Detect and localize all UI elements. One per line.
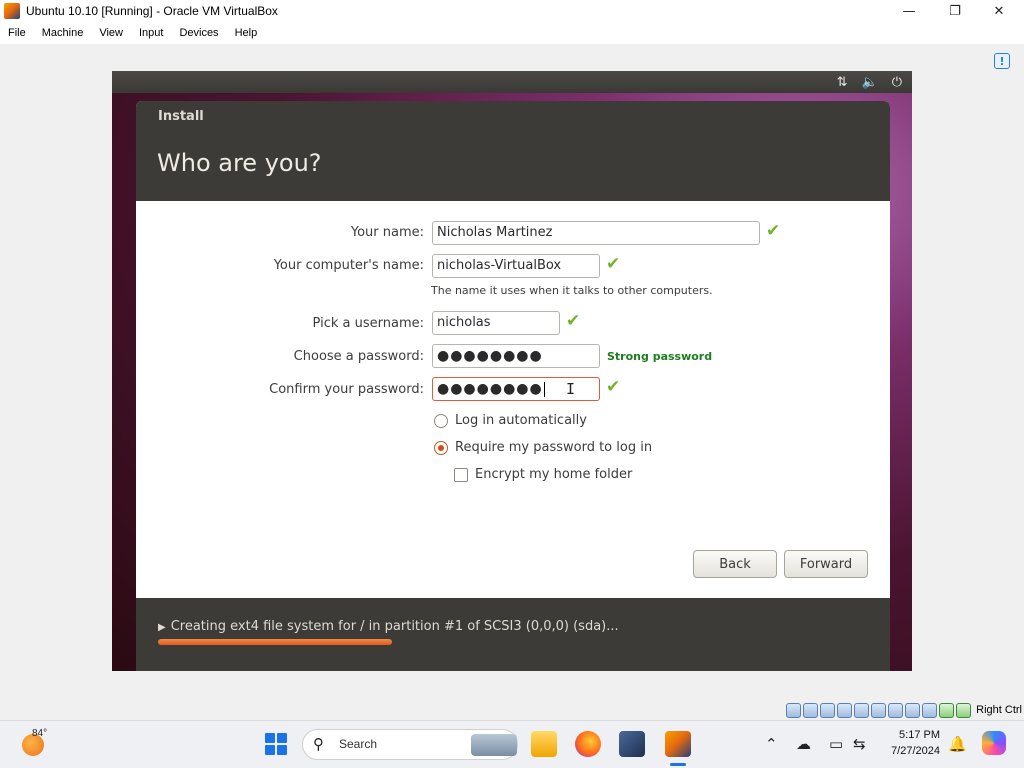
confirm-password-dots: ●●●●●●●● bbox=[437, 381, 543, 397]
username-label: Pick a username: bbox=[312, 316, 424, 331]
start-menu-icon[interactable] bbox=[265, 733, 287, 755]
cpu-status-icon[interactable] bbox=[922, 702, 938, 718]
clock-date[interactable]: 7/27/2024 bbox=[891, 745, 940, 757]
active-app-indicator bbox=[670, 763, 686, 766]
page-title: Who are you? bbox=[157, 149, 322, 177]
username-input[interactable]: nicholas bbox=[432, 311, 560, 335]
display-icon[interactable]: ▭ bbox=[829, 735, 843, 753]
file-explorer-icon[interactable] bbox=[531, 731, 557, 757]
network-tray-icon[interactable]: ⇆ bbox=[853, 735, 866, 753]
encrypt-home-checkbox[interactable] bbox=[454, 468, 468, 482]
back-button[interactable]: Back bbox=[693, 550, 777, 578]
name-valid-check-icon: ✔ bbox=[766, 221, 781, 241]
computer-name-valid-check-icon: ✔ bbox=[606, 254, 621, 274]
menubar: File Machine View Input Devices Help bbox=[0, 22, 1024, 44]
computer-name-input[interactable]: nicholas-VirtualBox bbox=[432, 254, 600, 278]
menu-file[interactable]: File bbox=[0, 27, 34, 39]
confirm-password-label: Confirm your password: bbox=[269, 382, 424, 397]
search-placeholder: Search bbox=[339, 737, 378, 751]
install-status-bar: ▶ Creating ext4 file system for / in part… bbox=[136, 598, 890, 671]
menu-view[interactable]: View bbox=[91, 27, 131, 39]
close-button[interactable]: ✕ bbox=[976, 0, 1022, 22]
network-status-icon[interactable] bbox=[837, 702, 853, 718]
window-titlebar: Ubuntu 10.10 [Running] - Oracle VM Virtu… bbox=[0, 0, 1024, 22]
name-label: Your name: bbox=[350, 225, 424, 240]
name-input[interactable]: Nicholas Martinez bbox=[432, 221, 760, 245]
mouse-integration-status-icon[interactable] bbox=[939, 702, 955, 718]
login-automatically-radio[interactable] bbox=[434, 414, 448, 428]
menu-machine[interactable]: Machine bbox=[34, 27, 92, 39]
install-status-text: ▶ Creating ext4 file system for / in part… bbox=[158, 619, 619, 634]
host-key-label: Right Ctrl bbox=[976, 704, 1022, 716]
notification-bell-icon[interactable]: 🔔 bbox=[948, 735, 967, 753]
search-highlight-image bbox=[471, 734, 517, 756]
computer-name-hint: The name it uses when it talks to other … bbox=[431, 284, 713, 297]
firefox-icon[interactable] bbox=[575, 731, 601, 757]
username-valid-check-icon: ✔ bbox=[566, 311, 581, 331]
keyboard-capture-status-icon[interactable] bbox=[956, 702, 972, 718]
virtualbox-app-icon bbox=[4, 3, 20, 19]
shared-folders-status-icon[interactable] bbox=[871, 702, 887, 718]
vbox-status-strip: Right Ctrl bbox=[786, 701, 1024, 719]
menu-devices[interactable]: Devices bbox=[171, 27, 226, 39]
computer-name-label: Your computer's name: bbox=[273, 258, 424, 273]
installer-window-label: Install bbox=[158, 109, 204, 124]
password-strength: Strong password bbox=[607, 350, 713, 363]
clock-time[interactable]: 5:17 PM bbox=[899, 729, 940, 741]
menu-help[interactable]: Help bbox=[227, 27, 266, 39]
forward-button[interactable]: Forward bbox=[784, 550, 868, 578]
harddisk-status-icon[interactable] bbox=[786, 702, 802, 718]
expand-triangle-icon[interactable]: ▶ bbox=[158, 622, 166, 633]
audio-status-icon[interactable] bbox=[820, 702, 836, 718]
weather-temperature: 84° bbox=[32, 728, 48, 739]
recording-status-icon[interactable] bbox=[905, 702, 921, 718]
virtualbox-vm-icon[interactable] bbox=[665, 731, 691, 757]
guest-power-icon[interactable]: ⏻ bbox=[892, 75, 902, 90]
guest-volume-icon[interactable]: 🔈 bbox=[862, 75, 878, 90]
optical-drive-status-icon[interactable] bbox=[803, 702, 819, 718]
install-status-message: Creating ext4 file system for / in parti… bbox=[170, 619, 619, 634]
usb-status-icon[interactable] bbox=[854, 702, 870, 718]
display-status-icon[interactable] bbox=[888, 702, 904, 718]
window-title: Ubuntu 10.10 [Running] - Oracle VM Virtu… bbox=[26, 4, 278, 18]
taskbar-search-box[interactable]: ⚲ Search bbox=[302, 729, 518, 760]
installer-header: Install Who are you? bbox=[136, 101, 890, 201]
maximize-button[interactable]: ❐ bbox=[932, 0, 978, 22]
require-password-radio[interactable] bbox=[434, 441, 448, 455]
installer-window: Install Who are you? Your name: Nicholas… bbox=[136, 101, 890, 671]
text-caret bbox=[543, 381, 545, 397]
ibeam-cursor-icon: I bbox=[566, 380, 576, 398]
vm-screen[interactable]: ⇅ 🔈 ⏻ Install Who are you? Your name: Ni… bbox=[112, 71, 912, 671]
login-automatically-label[interactable]: Log in automatically bbox=[455, 413, 587, 428]
encrypt-home-label[interactable]: Encrypt my home folder bbox=[475, 467, 632, 482]
confirm-password-valid-check-icon: ✔ bbox=[606, 377, 621, 397]
menu-input[interactable]: Input bbox=[131, 27, 171, 39]
require-password-label[interactable]: Require my password to log in bbox=[455, 440, 652, 455]
copilot-icon[interactable] bbox=[982, 731, 1006, 755]
install-progress-bar bbox=[158, 639, 868, 645]
show-hidden-icons-chevron-icon[interactable]: ⌃ bbox=[765, 735, 778, 753]
password-label: Choose a password: bbox=[293, 349, 424, 364]
guest-network-icon[interactable]: ⇅ bbox=[837, 75, 848, 90]
virtualbox-manager-icon[interactable] bbox=[619, 731, 645, 757]
search-icon: ⚲ bbox=[313, 735, 324, 753]
password-input[interactable]: ●●●●●●●● bbox=[432, 344, 600, 368]
minimize-button[interactable]: — bbox=[886, 0, 932, 22]
notification-icon[interactable]: ! bbox=[994, 53, 1010, 69]
install-progress-fill bbox=[158, 639, 393, 645]
guest-top-panel: ⇅ 🔈 ⏻ bbox=[112, 71, 912, 93]
onedrive-cloud-icon[interactable]: ☁ bbox=[796, 735, 811, 753]
